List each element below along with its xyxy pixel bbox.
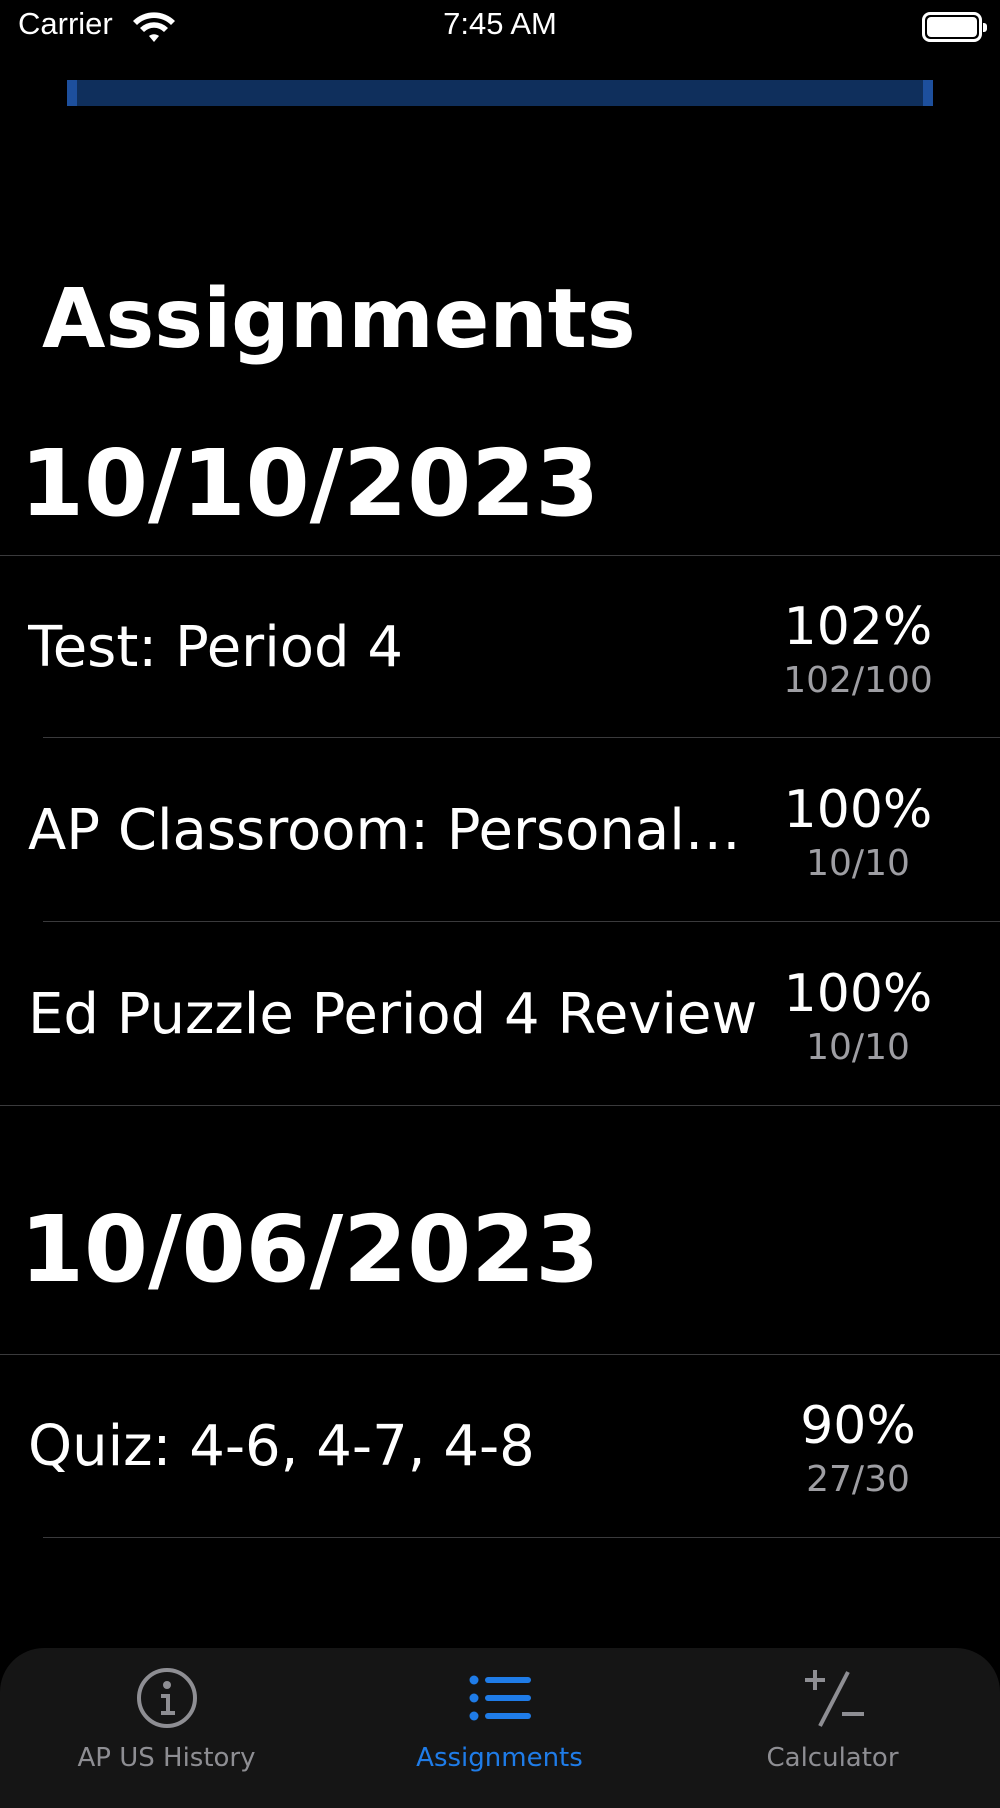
assignment-score: 100% 10/10 (748, 965, 968, 1073)
tab-ap-us-history[interactable]: AP US History (0, 1648, 333, 1778)
header-bar (67, 80, 933, 106)
battery-icon (922, 12, 987, 42)
assignment-score: 102% 102/100 (748, 598, 968, 706)
clock-time: 7:45 AM (443, 6, 557, 41)
assignment-row[interactable]: AP Classroom: Personal… 100% 10/10 (0, 739, 1000, 922)
assignment-percent: 100% (783, 780, 933, 840)
assignment-row[interactable]: Ed Puzzle Period 4 Review 100% 10/10 (0, 923, 1000, 1106)
section-date: 10/06/2023 (20, 1196, 600, 1303)
assignment-percent: 102% (783, 597, 933, 657)
row-divider (43, 737, 1000, 738)
assignment-percent: 90% (800, 1396, 916, 1456)
assignment-title: AP Classroom: Personal… (28, 798, 741, 863)
assignment-fraction: 102/100 (783, 660, 933, 701)
info-icon (136, 1668, 197, 1728)
assignment-title: Ed Puzzle Period 4 Review (28, 982, 758, 1047)
section-date: 10/10/2023 (20, 430, 600, 537)
tab-calculator[interactable]: Calculator (666, 1648, 999, 1778)
list-icon (469, 1675, 531, 1721)
tab-label: AP US History (77, 1743, 256, 1773)
assignment-row[interactable]: Quiz: 4-6, 4-7, 4-8 90% 27/30 (0, 1355, 1000, 1538)
tab-assignments[interactable]: Assignments (333, 1648, 666, 1778)
tab-label: Assignments (416, 1743, 583, 1773)
row-divider (43, 921, 1000, 922)
assignment-fraction: 10/10 (806, 843, 910, 884)
section-divider (0, 1105, 1000, 1106)
assignment-score: 90% 27/30 (748, 1397, 968, 1505)
assignment-fraction: 27/30 (806, 1459, 910, 1500)
assignment-percent: 100% (783, 964, 933, 1024)
tab-label: Calculator (766, 1743, 899, 1773)
assignment-fraction: 10/10 (806, 1027, 910, 1068)
assignment-row[interactable]: Test: Period 4 102% 102/100 (0, 556, 1000, 739)
status-bar: Carrier 7:45 AM (0, 0, 1000, 56)
row-divider (43, 1537, 1000, 1538)
tab-bar: AP US History Assignments Calculator (0, 1648, 1000, 1808)
assignment-title: Test: Period 4 (28, 615, 403, 680)
plus-minus-icon (804, 1670, 864, 1727)
page-title: Assignments (42, 272, 636, 367)
assignment-score: 100% 10/10 (748, 781, 968, 889)
assignment-title: Quiz: 4-6, 4-7, 4-8 (28, 1414, 535, 1479)
